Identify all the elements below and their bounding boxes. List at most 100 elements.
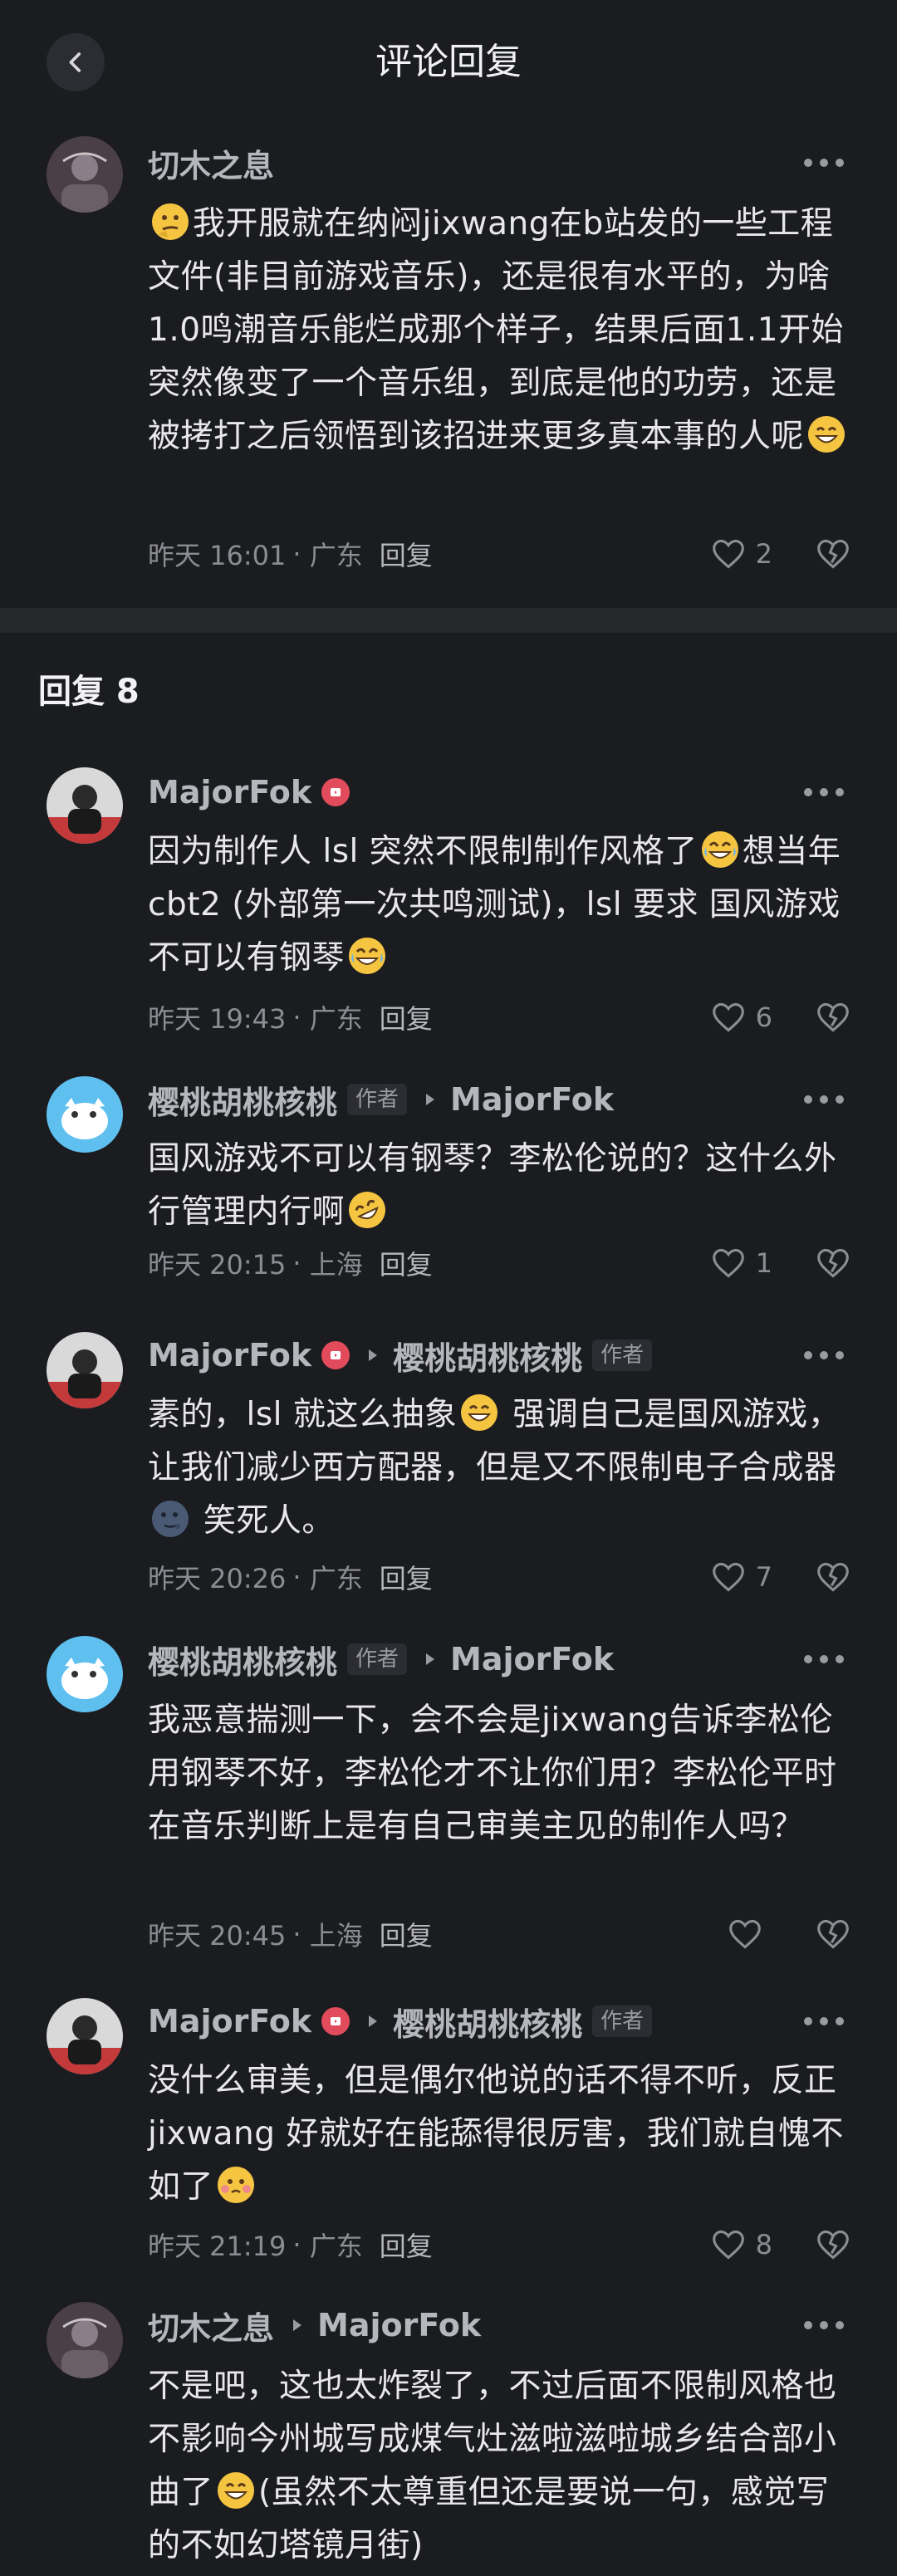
more-dots-icon [804, 2321, 844, 2329]
username[interactable]: 樱桃胡桃核桃 [148, 1637, 337, 1682]
comment-text: 国风游戏不可以有钢琴？李松伦说的？这什么外行管理内行啊 [148, 1133, 854, 1239]
comment-author-row: 樱桃胡桃核桃 作者 MajorFok [148, 1636, 814, 1682]
avatar[interactable] [47, 2302, 123, 2378]
heart-icon [712, 539, 744, 569]
avatar[interactable] [47, 767, 123, 844]
more-dots-icon [804, 159, 844, 167]
dislike-button[interactable] [816, 1002, 850, 1033]
heart-icon [712, 1562, 744, 1592]
broken-heart-icon [817, 1562, 849, 1592]
thinking-emoji-icon [152, 203, 189, 240]
more-options-button[interactable] [801, 1332, 847, 1379]
page-title: 评论回复 [375, 41, 522, 83]
more-dots-icon [804, 788, 844, 796]
author-tag: 作者 [592, 2005, 653, 2037]
more-dots-icon [804, 1351, 844, 1359]
comment-actions: 6 [711, 997, 850, 1038]
laugh-cry-emoji-icon [701, 831, 738, 868]
comment-text: 我开服就在纳闷jixwang在b站发的一些工程文件(非目前游戏音乐)，还是很有水… [148, 198, 854, 463]
username[interactable]: MajorFok [148, 774, 311, 811]
more-dots-icon [804, 1655, 844, 1663]
triangle-right-icon [366, 1348, 380, 1363]
reply-target-username[interactable]: 樱桃胡桃核桃 [393, 1999, 582, 2045]
comment-author-row: 切木之息 MajorFok [148, 2302, 814, 2348]
reply-button[interactable]: 回复 [380, 1915, 433, 1953]
comment-actions: 1 [711, 1242, 850, 1284]
heart-icon [729, 1919, 761, 1949]
more-options-button[interactable] [801, 769, 847, 815]
like-button[interactable]: 2 [711, 538, 772, 570]
dislike-button[interactable] [816, 1561, 850, 1593]
grin-emoji-icon [461, 1394, 498, 1431]
reply-item: 樱桃胡桃核桃 作者 MajorFok 我恶意揣测一下，会不会是jixwang告诉… [0, 1636, 897, 1985]
comment-text: 没什么审美，但是偶尔他说的话不得不听，反正 jixwang 好就好在能舔得很厉害… [148, 2062, 844, 2206]
reply-target-username[interactable]: 樱桃胡桃核桃 [393, 1333, 582, 1379]
author-tag: 作者 [347, 1084, 408, 1115]
comment-text: 我恶意揣测一下，会不会是jixwang告诉李松伦用钢琴不好，李松伦才不让你们用？… [148, 1702, 837, 1845]
dislike-button[interactable] [816, 1918, 850, 1950]
broken-heart-icon [817, 539, 849, 569]
grin-emoji-icon [218, 2472, 255, 2509]
avatar[interactable] [47, 136, 123, 213]
reply-button[interactable]: 回复 [380, 1244, 433, 1282]
avatar[interactable] [47, 1332, 123, 1408]
reply-button[interactable]: 回复 [380, 535, 433, 573]
comment-actions: 8 [711, 2224, 850, 2265]
more-options-button[interactable] [801, 2302, 847, 2348]
reply-target-username[interactable]: MajorFok [317, 2307, 481, 2343]
comment-actions: 2 [711, 533, 850, 575]
comment-text: 不是吧，这也太炸裂了，不过后面不限制风格也不影响今州城写成煤气灶滋啦滋啦城乡结合… [148, 2368, 837, 2564]
more-dots-icon [804, 1095, 844, 1104]
broken-heart-icon [817, 1002, 849, 1032]
section-divider [0, 608, 897, 633]
username[interactable]: MajorFok [148, 2003, 311, 2040]
comment-text: 素的，lsl 就这么抽象 强调自己是国风游戏，让我们减少西方配器，但是又不限制电… [148, 1388, 854, 1548]
reply-item: MajorFok 樱桃胡桃核桃 作者 素的，lsl 就这么抽象 强调自己是国风游… [0, 1325, 897, 1641]
username[interactable]: 切木之息 [148, 2303, 274, 2348]
triangle-right-icon [291, 2318, 304, 2333]
avatar[interactable] [47, 1636, 123, 1712]
triangle-right-icon [366, 2014, 380, 2029]
like-button[interactable]: 6 [711, 1002, 772, 1033]
author-tag: 作者 [592, 1339, 653, 1371]
more-options-button[interactable] [801, 1636, 847, 1682]
reply-target-username[interactable]: MajorFok [450, 1641, 614, 1677]
verified-badge-icon [321, 778, 350, 806]
heart-icon [712, 2230, 744, 2260]
like-button[interactable] [728, 1918, 772, 1950]
reply-button[interactable]: 回复 [380, 1558, 433, 1596]
author-tag: 作者 [347, 1643, 408, 1675]
more-options-button[interactable] [801, 1998, 847, 2045]
dislike-button[interactable] [816, 538, 850, 570]
reply-button[interactable]: 回复 [380, 2226, 433, 2264]
triangle-right-icon [424, 1092, 437, 1107]
dislike-button[interactable] [816, 2229, 850, 2260]
verified-badge-icon [321, 2007, 350, 2035]
broken-heart-icon [817, 1248, 849, 1278]
like-button[interactable]: 8 [711, 2229, 772, 2260]
triangle-right-icon [424, 1652, 437, 1667]
username[interactable]: 切木之息 [148, 140, 274, 186]
like-button[interactable]: 7 [711, 1561, 772, 1593]
heart-icon [712, 1002, 744, 1032]
avatar[interactable] [47, 1076, 123, 1153]
moon-face-emoji-icon [152, 1501, 189, 1537]
rofl-emoji-icon [349, 1192, 386, 1228]
replies-count: 回复 8 [38, 673, 140, 711]
username[interactable]: MajorFok [148, 1337, 311, 1374]
comment-author-row: 樱桃胡桃核桃 作者 MajorFok [148, 1076, 814, 1123]
broken-heart-icon [817, 2230, 849, 2260]
avatar[interactable] [47, 1998, 123, 2074]
reply-button[interactable]: 回复 [380, 998, 433, 1036]
more-options-button[interactable] [801, 140, 847, 186]
reply-item: MajorFok 因为制作人 lsl 突然不限制制作风格了 想当年 cbt2 (外… [0, 756, 897, 1063]
grin-emoji-icon [808, 416, 846, 453]
comment-actions: 7 [711, 1556, 850, 1598]
comment-author-row: 切木之息 [148, 140, 814, 186]
like-button[interactable]: 1 [711, 1247, 772, 1279]
more-options-button[interactable] [801, 1076, 847, 1123]
username[interactable]: 樱桃胡桃核桃 [148, 1077, 337, 1123]
broken-heart-icon [817, 1919, 849, 1949]
dislike-button[interactable] [816, 1247, 850, 1279]
reply-target-username[interactable]: MajorFok [450, 1081, 614, 1118]
